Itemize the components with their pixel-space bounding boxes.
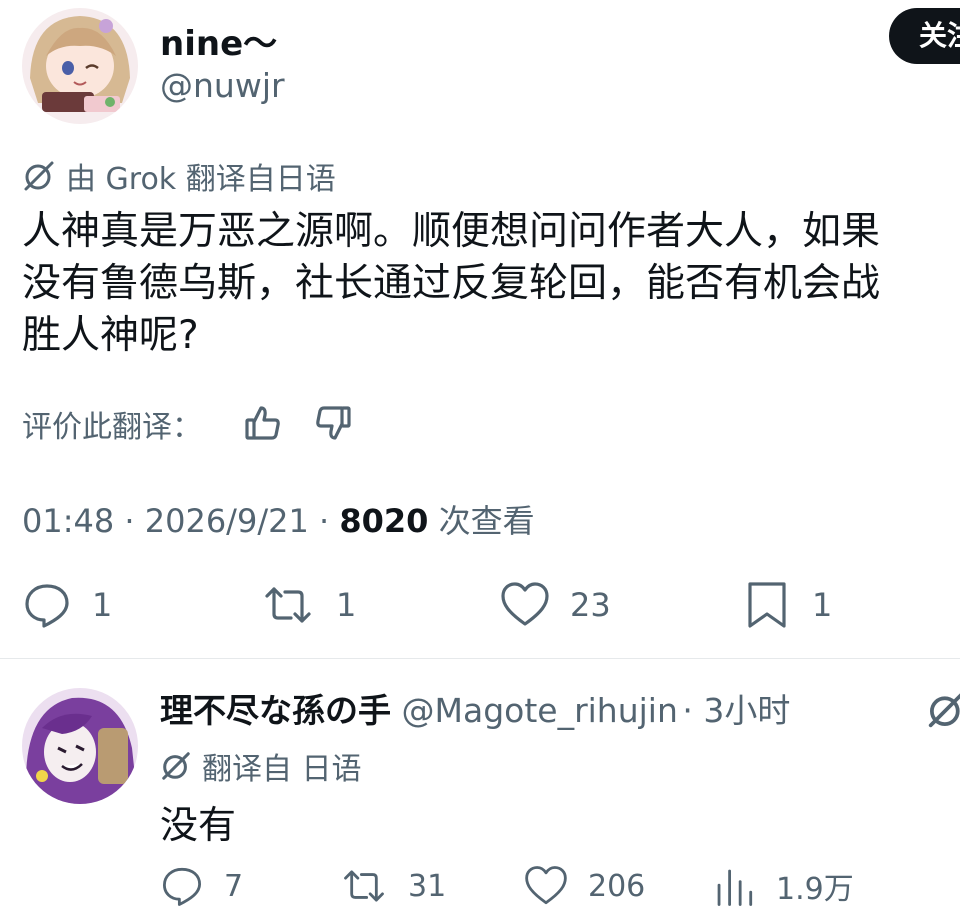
reply-icon — [162, 867, 202, 906]
rate-translation-label: 评价此翻译： — [22, 410, 202, 445]
retweet-button[interactable]: 1 — [260, 580, 356, 630]
author-avatar[interactable] — [22, 8, 138, 124]
tweet-text-line: 胜人神呢? — [22, 313, 199, 358]
view-count: 8020 — [339, 502, 429, 540]
tweet-meta: 01:48 · 2026/9/21 · 8020 次查看 — [22, 496, 535, 542]
reply-text: 没有 — [160, 803, 237, 847]
bookmark-icon — [748, 582, 786, 628]
reply-count: 1 — [92, 586, 113, 624]
reply-header: 理不尽な孫の手 @Magote_rihujin · 3小时 — [160, 684, 790, 732]
reply-time: · 3小时 — [682, 691, 791, 730]
reply-like-count: 206 — [588, 868, 646, 904]
grok-slash-icon — [162, 752, 190, 780]
retweet-icon — [344, 870, 384, 902]
meta-separator: · — [124, 502, 135, 540]
thumbs-up-icon — [245, 406, 280, 440]
tweet-text-line: 人神真是万恶之源啊。顺便想问问作者大人，如果 — [22, 209, 881, 254]
tweet-time: 01:48 — [22, 502, 115, 540]
like-count: 23 — [570, 586, 611, 624]
divider — [0, 658, 960, 659]
reply-author-handle[interactable]: @Magote_rihujin — [402, 691, 678, 730]
retweet-count: 1 — [336, 586, 357, 624]
view-count-label: 次查看 — [438, 502, 535, 540]
author-handle[interactable]: @nuwjr — [160, 66, 285, 105]
reply-like-button[interactable]: 206 — [524, 864, 645, 908]
translation-label: 由 Grok 翻译自日语 — [66, 162, 336, 197]
tweet-text-line: 没有鲁德乌斯，社长通过反复轮回，能否有机会战 — [22, 261, 881, 306]
like-button[interactable]: 23 — [500, 580, 611, 630]
reply-reply-button[interactable]: 7 — [160, 864, 243, 908]
follow-button[interactable]: 关注 — [889, 8, 960, 64]
reply-icon — [25, 584, 69, 628]
tweet-date: 2026/9/21 — [144, 502, 309, 540]
meta-separator: · — [318, 502, 330, 540]
grok-slash-icon — [24, 161, 54, 191]
reply-author-avatar[interactable] — [22, 688, 138, 804]
grok-slash-icon — [928, 693, 960, 728]
views-chart-icon — [717, 869, 753, 906]
heart-icon — [501, 582, 549, 626]
reply-grok-button[interactable] — [926, 690, 960, 734]
heart-icon — [525, 866, 567, 905]
reply-translation-label: 翻译自 日语 — [202, 752, 362, 787]
reply-views-button[interactable]: 1.9万 — [712, 864, 854, 908]
reply-author-name[interactable]: 理不尽な孫の手 — [160, 691, 391, 730]
bookmark-count: 1 — [812, 586, 833, 624]
reply-reply-count: 7 — [224, 868, 244, 904]
anime-avatar-image — [22, 688, 138, 804]
translation-notice: 由 Grok 翻译自日语 — [22, 154, 336, 198]
retweet-icon — [265, 587, 311, 623]
thumbs-down-button[interactable] — [312, 402, 354, 448]
bookmark-button[interactable]: 1 — [742, 580, 832, 630]
tweet-text: 人神真是万恶之源啊。顺便想问问作者大人，如果 没有鲁德乌斯，社长通过反复轮回，能… — [22, 206, 960, 362]
reply-translation-notice: 翻译自 日语 — [160, 744, 362, 788]
reply-view-count: 1.9万 — [776, 872, 854, 907]
reply-retweet-button[interactable]: 31 — [340, 864, 446, 908]
anime-avatar-image — [22, 8, 138, 124]
reply-button[interactable]: 1 — [22, 580, 112, 630]
author-name[interactable]: nine～ — [160, 16, 277, 65]
reply-retweet-count: 31 — [408, 868, 447, 904]
thumbs-down-icon — [316, 406, 351, 440]
thumbs-up-button[interactable] — [242, 402, 284, 448]
